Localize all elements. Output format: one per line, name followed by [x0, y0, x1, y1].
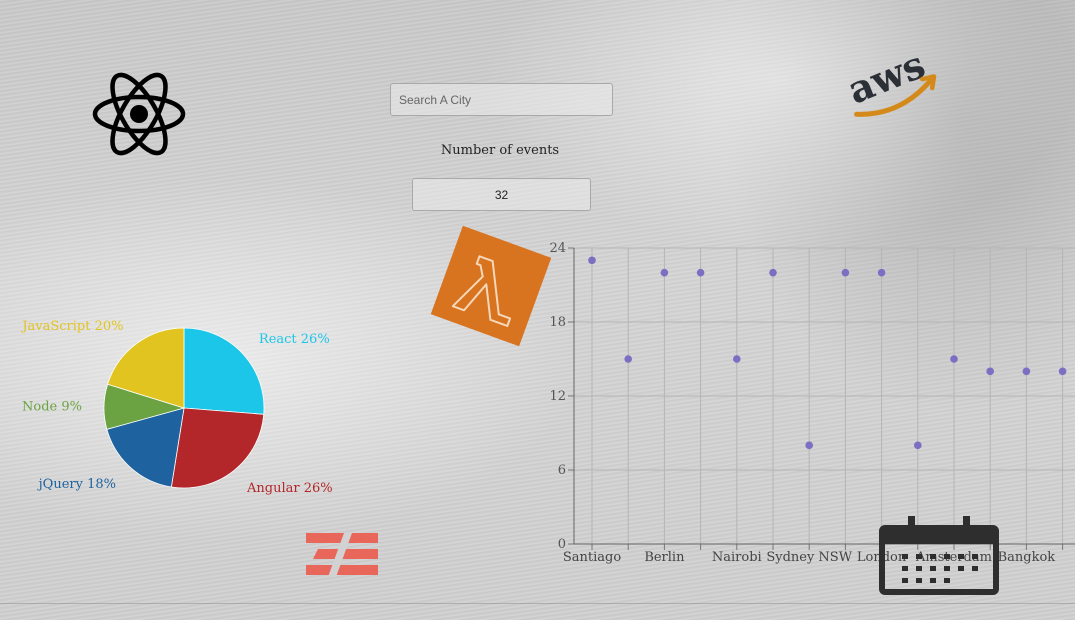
pie-label: jQuery 18%	[37, 477, 116, 492]
scatter-point	[660, 268, 669, 277]
react-atom-icon	[92, 72, 186, 156]
scatter-point	[986, 367, 994, 376]
scatter-point	[950, 355, 958, 363]
scatter-point	[733, 355, 741, 363]
x-tick-label: Berlin	[644, 550, 685, 565]
aws-lambda-icon	[430, 225, 552, 347]
x-tick-label: Sydney NSW	[766, 550, 852, 565]
scatter-point	[696, 268, 705, 277]
x-tick-label: Nairobi	[712, 550, 762, 565]
skills-pie-chart: React 26% Angular 26% jQuery 18% Node 9% Jav…	[20, 319, 333, 496]
search-city-input[interactable]	[390, 83, 613, 116]
scatter-point	[914, 441, 922, 450]
pie-label: Node 9%	[22, 399, 82, 414]
scatter-point	[1058, 367, 1067, 376]
pie-slice	[183, 327, 265, 415]
x-tick-label: Bangkok	[998, 550, 1056, 565]
scatter-point	[769, 268, 777, 277]
scatter-point	[624, 355, 632, 363]
stripes-logo-icon	[306, 533, 378, 577]
x-tick-label: Santiago	[563, 550, 621, 565]
scatter-point	[1022, 367, 1031, 376]
scatter-point	[841, 268, 850, 277]
y-tick-label: 6	[558, 463, 566, 478]
svg-text:aws: aws	[841, 41, 931, 112]
pie-label: JavaScript 20%	[20, 319, 123, 334]
scatter-point	[877, 268, 886, 277]
calendar-icon	[879, 516, 999, 595]
number-of-events-label: Number of events	[440, 143, 560, 158]
pie-label: Angular 26%	[246, 481, 333, 496]
y-tick-label: 24	[549, 241, 566, 256]
y-tick-label: 18	[549, 315, 566, 330]
scatter-point	[588, 256, 596, 265]
y-tick-label: 12	[549, 389, 566, 404]
pie-label: React 26%	[259, 332, 330, 347]
aws-logo-icon: aws	[841, 41, 937, 117]
number-of-events-input[interactable]	[412, 178, 591, 211]
pie-slice	[170, 407, 265, 489]
scatter-point	[805, 441, 813, 450]
footer-divider	[0, 603, 1075, 604]
